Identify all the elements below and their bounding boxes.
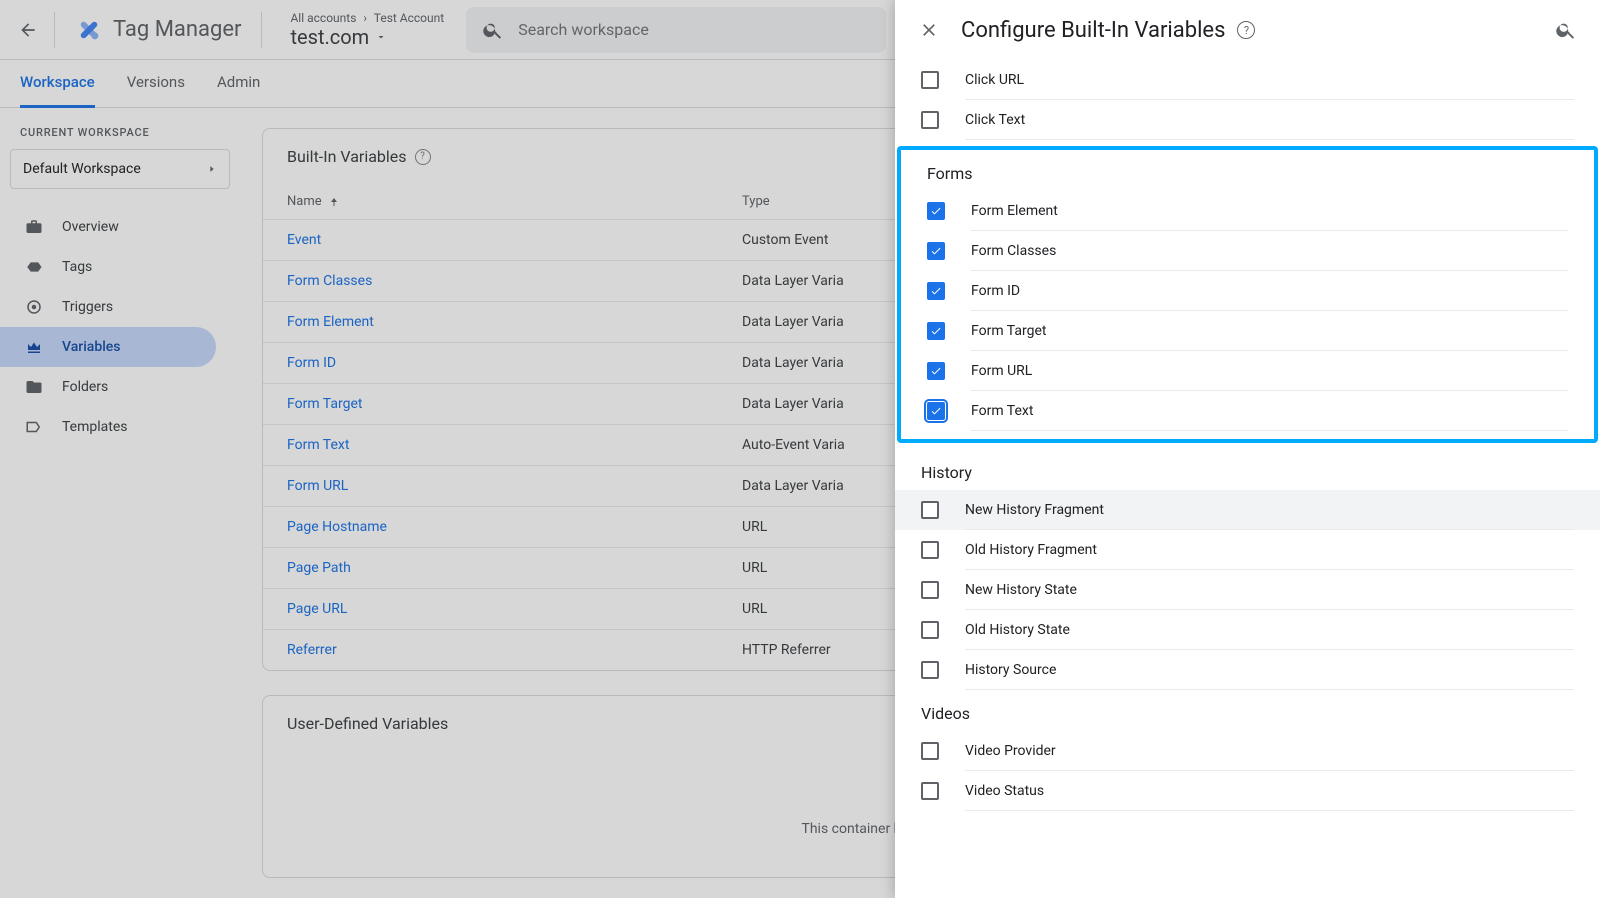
- variable-group: HistoryNew History FragmentOld History F…: [895, 449, 1600, 690]
- variable-row[interactable]: History Source: [895, 650, 1600, 690]
- group-title: Videos: [895, 690, 1600, 731]
- variable-checkbox[interactable]: [921, 111, 939, 129]
- variable-label: Form ID: [971, 271, 1568, 311]
- variable-checkbox[interactable]: [921, 742, 939, 760]
- variable-row[interactable]: New History State: [895, 570, 1600, 610]
- variable-group: VideosVideo ProviderVideo Status: [895, 690, 1600, 811]
- variable-checkbox[interactable]: [927, 202, 945, 220]
- variable-row[interactable]: New History Fragment: [895, 490, 1600, 530]
- close-button[interactable]: [909, 10, 949, 50]
- variable-checkbox[interactable]: [921, 501, 939, 519]
- variable-label: New History Fragment: [965, 490, 1574, 530]
- variable-row[interactable]: Form Target: [901, 311, 1594, 351]
- close-icon: [919, 20, 939, 40]
- variable-label: Old History Fragment: [965, 530, 1574, 570]
- variable-label: Click Text: [965, 100, 1574, 140]
- variable-row[interactable]: Form Classes: [901, 231, 1594, 271]
- group-title: Forms: [901, 150, 1594, 191]
- variable-checkbox[interactable]: [921, 541, 939, 559]
- help-icon[interactable]: ?: [1237, 21, 1255, 39]
- variable-checkbox[interactable]: [921, 621, 939, 639]
- variable-label: New History State: [965, 570, 1574, 610]
- variable-row[interactable]: Video Provider: [895, 731, 1600, 771]
- drawer-header: Configure Built-In Variables ?: [895, 0, 1600, 60]
- variable-label: History Source: [965, 650, 1574, 690]
- variable-group: FormsForm ElementForm ClassesForm IDForm…: [897, 146, 1598, 443]
- variable-checkbox[interactable]: [927, 402, 945, 420]
- variable-checkbox[interactable]: [927, 362, 945, 380]
- variable-label: Video Provider: [965, 731, 1574, 771]
- variable-checkbox[interactable]: [927, 322, 945, 340]
- variable-row[interactable]: Click Text: [895, 100, 1600, 140]
- variable-label: Video Status: [965, 771, 1574, 811]
- variable-group: Click URLClick Text: [895, 60, 1600, 140]
- variable-row[interactable]: Form Text: [901, 391, 1594, 431]
- variable-checkbox[interactable]: [927, 242, 945, 260]
- variable-label: Old History State: [965, 610, 1574, 650]
- variable-label: Click URL: [965, 60, 1574, 100]
- variable-row[interactable]: Old History Fragment: [895, 530, 1600, 570]
- variable-label: Form URL: [971, 351, 1568, 391]
- variable-row[interactable]: Form Element: [901, 191, 1594, 231]
- variable-row[interactable]: Video Status: [895, 771, 1600, 811]
- variable-row[interactable]: Form URL: [901, 351, 1594, 391]
- drawer-title: Configure Built-In Variables: [961, 18, 1225, 43]
- variable-checkbox[interactable]: [921, 782, 939, 800]
- drawer-search-button[interactable]: [1546, 10, 1586, 50]
- variable-checkbox[interactable]: [927, 282, 945, 300]
- variable-row[interactable]: Old History State: [895, 610, 1600, 650]
- variable-checkbox[interactable]: [921, 661, 939, 679]
- variable-row[interactable]: Form ID: [901, 271, 1594, 311]
- variable-label: Form Element: [971, 191, 1568, 231]
- variable-row[interactable]: Click URL: [895, 60, 1600, 100]
- variable-label: Form Text: [971, 391, 1568, 431]
- group-title: History: [895, 449, 1600, 490]
- variable-checkbox[interactable]: [921, 71, 939, 89]
- variable-label: Form Target: [971, 311, 1568, 351]
- variable-label: Form Classes: [971, 231, 1568, 271]
- configure-variables-drawer: Configure Built-In Variables ? Click URL…: [895, 0, 1600, 898]
- variable-checkbox[interactable]: [921, 581, 939, 599]
- search-icon: [1555, 19, 1577, 41]
